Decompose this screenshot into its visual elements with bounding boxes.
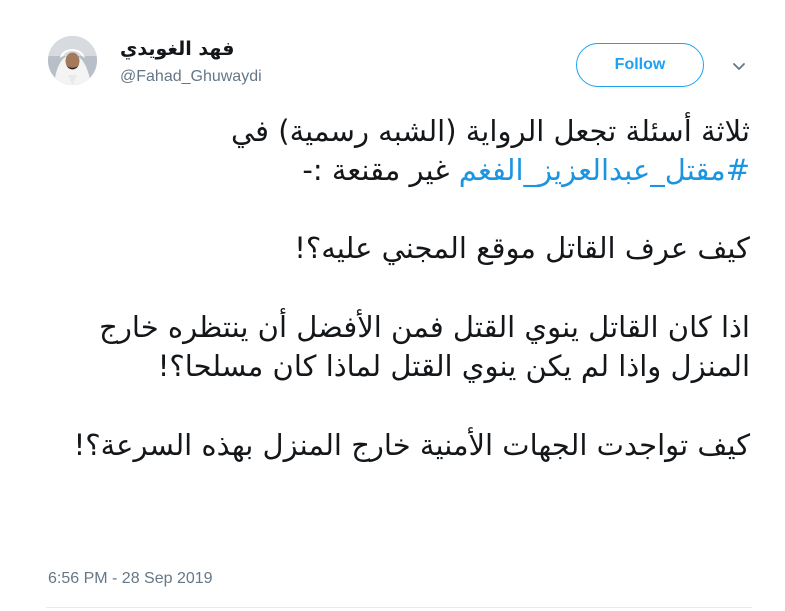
tweet-intro-text: ثلاثة أسئلة تجعل الرواية (الشبه رسمية) ف… [231, 114, 750, 148]
tweet-paragraph-3: اذا كان القاتل ينوي القتل فمن الأفضل أن … [99, 310, 750, 383]
tweet-timestamp[interactable]: 6:56 PM - 28 Sep 2019 [48, 570, 213, 588]
avatar[interactable] [48, 36, 97, 85]
tweet-text: ثلاثة أسئلة تجعل الرواية (الشبه رسمية) ف… [46, 112, 750, 465]
follow-button[interactable]: Follow [576, 43, 704, 87]
tweet-card: فهد الغويدي @Fahad_Ghuwaydi Follow ثلاثة… [0, 0, 785, 611]
user-display-name[interactable]: فهد الغويدي [120, 38, 234, 60]
tweet-intro-tail: غير مقنعة :- [302, 153, 459, 187]
divider [46, 607, 752, 608]
chevron-down-icon[interactable] [728, 59, 750, 75]
tweet-paragraph-4: كيف تواجدت الجهات الأمنية خارج المنزل به… [73, 428, 750, 462]
user-handle[interactable]: @Fahad_Ghuwaydi [120, 68, 262, 86]
tweet-paragraph-2: كيف عرف القاتل موقع المجني عليه؟! [294, 231, 750, 265]
hashtag-link[interactable]: #مقتل_عبدالعزيز_الفغم [459, 153, 750, 187]
tweet-paragraph-1: ثلاثة أسئلة تجعل الرواية (الشبه رسمية) ف… [46, 112, 750, 190]
avatar-photo-icon [48, 36, 97, 85]
